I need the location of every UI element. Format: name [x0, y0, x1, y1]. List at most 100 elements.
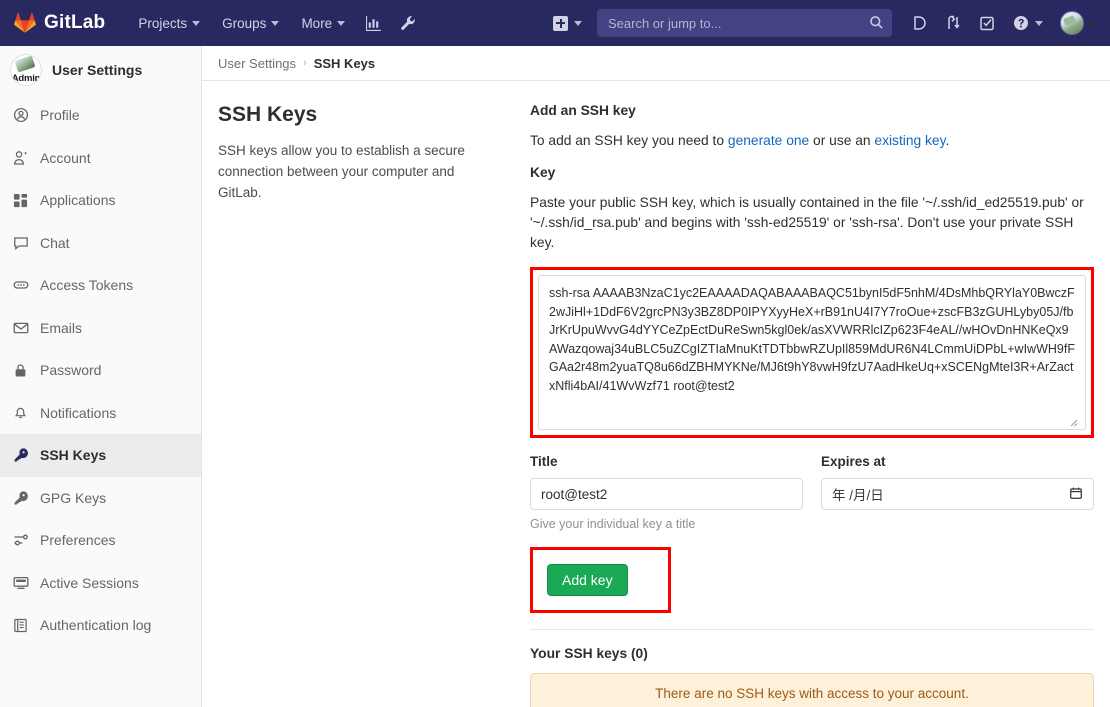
- your-ssh-keys-heading: Your SSH keys (0): [530, 646, 648, 661]
- gitlab-brand[interactable]: GitLab: [14, 12, 105, 34]
- issues-icon[interactable]: [902, 9, 936, 37]
- create-new-button[interactable]: [544, 10, 591, 37]
- nav-more-label: More: [301, 15, 333, 31]
- form-intro-suffix: .: [945, 133, 950, 148]
- plus-icon: [553, 15, 568, 31]
- primary-nav: Projects Groups More: [127, 9, 426, 38]
- analytics-icon[interactable]: [356, 9, 391, 38]
- sidebar-item-label: GPG Keys: [40, 489, 107, 506]
- form-heading: Add an SSH key: [530, 103, 636, 118]
- nav-projects-label: Projects: [138, 15, 188, 31]
- page-title: SSH Keys: [218, 103, 318, 126]
- token-icon: [12, 277, 29, 294]
- expires-label: Expires at: [821, 454, 886, 469]
- gitlab-brand-text: GitLab: [44, 12, 106, 33]
- title-input[interactable]: [530, 478, 803, 510]
- sidebar-item-account[interactable]: Account: [0, 137, 201, 180]
- add-ssh-key-form: Add an SSH key To add an SSH key you nee…: [500, 103, 1094, 707]
- title-label: Title: [530, 454, 558, 469]
- search-input[interactable]: [597, 9, 892, 37]
- sidebar-item-notifications[interactable]: Notifications: [0, 392, 201, 435]
- form-intro-prefix: To add an SSH key you need to: [530, 133, 728, 148]
- gitlab-logo-icon: [14, 12, 36, 34]
- help-button[interactable]: [1004, 9, 1052, 37]
- form-intro: To add an SSH key you need to generate o…: [530, 131, 1094, 151]
- key-field-label: Key: [530, 165, 556, 180]
- wrench-icon[interactable]: [391, 9, 426, 38]
- sidebar-item-label: Profile: [40, 107, 80, 124]
- sidebar-item-label: Notifications: [40, 404, 117, 421]
- sidebar-item-label: Access Tokens: [40, 277, 134, 294]
- breadcrumb-separator: ›: [303, 57, 307, 69]
- sidebar-header: Admin User Settings: [0, 46, 201, 94]
- nav-groups[interactable]: Groups: [211, 10, 290, 37]
- merge-requests-icon[interactable]: [936, 9, 970, 37]
- sidebar-item-gpg-keys[interactable]: GPG Keys: [0, 477, 201, 520]
- breadcrumb-current: SSH Keys: [313, 55, 376, 71]
- key-icon: [12, 447, 29, 464]
- sidebar-item-authentication-log[interactable]: Authentication log: [0, 604, 201, 647]
- navbar-right: [544, 9, 1100, 37]
- key-icon: [12, 489, 29, 506]
- add-key-button[interactable]: Add key: [547, 564, 628, 596]
- chevron-down-icon: [192, 20, 201, 26]
- expires-date-input[interactable]: 年 /月/日: [821, 478, 1094, 510]
- user-settings-sidebar: Admin User Settings Profile Account Appl…: [0, 46, 202, 707]
- ssh-keys-panel: SSH Keys SSH keys allow you to establish…: [202, 81, 1110, 707]
- main-content: User Settings › SSH Keys SSH Keys SSH ke…: [202, 46, 1110, 707]
- chevron-down-icon: [337, 20, 346, 26]
- sidebar-item-active-sessions[interactable]: Active Sessions: [0, 562, 201, 605]
- avatar: [1060, 11, 1084, 35]
- sidebar-item-chat[interactable]: Chat: [0, 222, 201, 265]
- ssh-key-textarea[interactable]: ssh-rsa AAAAB3NzaC1yc2EAAAADAQABAAABAQC5…: [538, 275, 1086, 430]
- chevron-down-icon: [271, 20, 280, 26]
- user-circle-icon: [12, 107, 29, 124]
- generate-one-link[interactable]: generate one: [728, 133, 809, 148]
- breadcrumb-user-settings[interactable]: User Settings: [218, 56, 296, 71]
- log-book-icon: [12, 617, 29, 634]
- title-help-text: Give your individual key a title: [530, 517, 696, 531]
- page-description: SSH keys allow you to establish a secure…: [218, 143, 465, 200]
- sidebar-item-label: Authentication log: [40, 617, 152, 634]
- nav-more[interactable]: More: [290, 10, 356, 37]
- sidebar-item-password[interactable]: Password: [0, 349, 201, 392]
- existing-key-link[interactable]: existing key: [874, 133, 945, 148]
- sidebar-item-access-tokens[interactable]: Access Tokens: [0, 264, 201, 307]
- sidebar-item-label: SSH Keys: [40, 447, 107, 464]
- sidebar-item-ssh-keys[interactable]: SSH Keys: [0, 434, 201, 477]
- title-field-group: Title: [530, 454, 803, 510]
- sidebar-item-emails[interactable]: Emails: [0, 307, 201, 350]
- nav-groups-label: Groups: [222, 15, 267, 31]
- nav-projects[interactable]: Projects: [127, 10, 211, 37]
- chevron-down-icon: [1088, 20, 1096, 26]
- breadcrumb: User Settings › SSH Keys: [202, 46, 1110, 81]
- chevron-down-icon: [1035, 20, 1043, 26]
- add-key-button-highlight: Add key: [530, 547, 671, 613]
- sidebar-item-applications[interactable]: Applications: [0, 179, 201, 222]
- todos-icon[interactable]: [970, 9, 1004, 37]
- envelope-icon: [12, 319, 29, 336]
- expires-placeholder: 年 /月/日: [832, 488, 884, 503]
- key-textarea-highlight: ssh-rsa AAAAB3NzaC1yc2EAAAADAQABAAABAQC5…: [530, 267, 1094, 438]
- user-gear-icon: [12, 149, 29, 166]
- sidebar-item-label: Emails: [40, 319, 83, 336]
- sidebar-item-label: Preferences: [40, 532, 116, 549]
- sidebar-avatar-caption: Admin: [11, 74, 41, 84]
- section-divider: [530, 629, 1094, 630]
- calendar-icon[interactable]: [1069, 486, 1083, 503]
- sliders-icon: [12, 532, 29, 549]
- chevron-down-icon: [574, 20, 582, 26]
- sidebar-avatar: Admin: [10, 54, 42, 86]
- sidebar-item-preferences[interactable]: Preferences: [0, 519, 201, 562]
- sidebar-menu: Profile Account Applications Chat Access…: [0, 94, 201, 647]
- sidebar-item-label: Applications: [40, 192, 116, 209]
- user-menu[interactable]: [1052, 11, 1100, 35]
- bell-icon: [12, 404, 29, 421]
- sidebar-item-profile[interactable]: Profile: [0, 94, 201, 137]
- sidebar-item-label: Password: [40, 362, 102, 379]
- sidebar-title: User Settings: [52, 62, 143, 78]
- top-navbar: GitLab Projects Groups More: [0, 0, 1110, 46]
- empty-keys-message: There are no SSH keys with access to you…: [530, 673, 1094, 707]
- monitor-icon: [12, 574, 29, 591]
- search-box[interactable]: [597, 9, 892, 37]
